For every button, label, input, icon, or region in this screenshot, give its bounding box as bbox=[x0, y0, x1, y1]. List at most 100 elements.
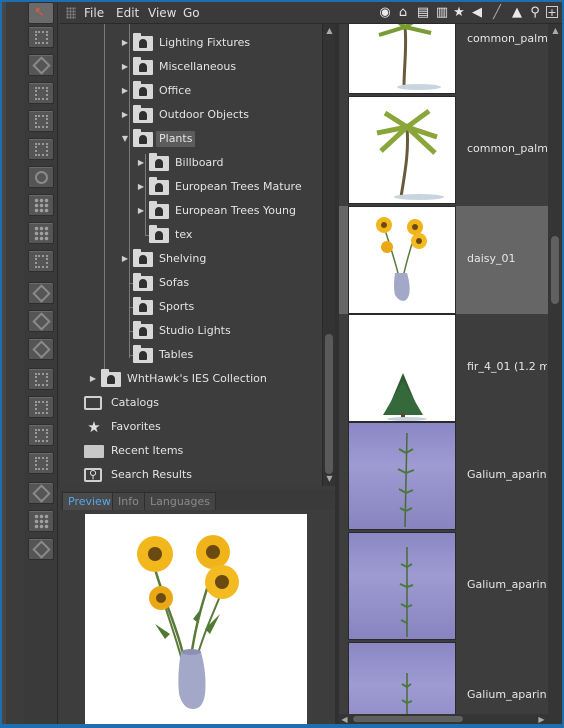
tree-item[interactable]: Tables bbox=[120, 344, 320, 366]
image-icon bbox=[35, 457, 48, 470]
expand-arrow-icon[interactable]: ▶ bbox=[120, 80, 130, 102]
tree-item[interactable]: ▶ Lighting Fixtures bbox=[120, 32, 320, 54]
menu-view[interactable]: View bbox=[148, 6, 176, 20]
plus-icon[interactable]: + bbox=[546, 6, 558, 18]
browser-window: ↖ File Edit View Go ◉ ⌂ ▤ ▥ ★ ◀ ╱ ▲ ⚲ + … bbox=[2, 2, 562, 724]
tab-languages[interactable]: Languages bbox=[144, 492, 217, 510]
expand-arrow-icon[interactable]: ▶ bbox=[136, 152, 146, 174]
home-icon[interactable]: ⌂ bbox=[396, 6, 410, 20]
asset-name: Galium_aparine_ bbox=[467, 578, 547, 591]
pattern-icon bbox=[32, 540, 51, 559]
asset-item[interactable]: common_palm_0 bbox=[339, 24, 548, 94]
grip-handle-icon[interactable] bbox=[66, 7, 76, 19]
scroll-thumb[interactable] bbox=[325, 334, 333, 474]
tree-item[interactable]: tex bbox=[136, 224, 320, 246]
asset-name: Galium_aparine_ bbox=[467, 688, 547, 701]
folder-icon bbox=[133, 273, 153, 291]
grid-hscrollbar[interactable]: ◀ ▶ bbox=[339, 714, 562, 724]
tree-item[interactable]: Sofas bbox=[120, 272, 320, 294]
expand-arrow-icon[interactable]: ▶ bbox=[120, 32, 130, 54]
expand-arrow-icon[interactable]: ▶ bbox=[120, 56, 130, 78]
tool-button[interactable] bbox=[28, 194, 54, 216]
folder-icon bbox=[133, 81, 153, 99]
tree-item-label: Search Results bbox=[111, 468, 193, 481]
tool-button[interactable] bbox=[28, 282, 54, 304]
scroll-thumb[interactable] bbox=[551, 236, 559, 304]
tool-button[interactable] bbox=[28, 482, 54, 504]
tab-preview[interactable]: Preview bbox=[62, 492, 117, 510]
asset-item-selected[interactable]: daisy_01 bbox=[339, 206, 548, 314]
folder-icon bbox=[149, 225, 169, 243]
tree-item[interactable]: ▶ European Trees Mature bbox=[136, 176, 320, 198]
tree-item-search[interactable]: ⚲ Search Results bbox=[82, 464, 312, 486]
clipboard-icon[interactable]: ▤ bbox=[416, 6, 430, 20]
tool-button[interactable] bbox=[28, 26, 54, 48]
folder-icon bbox=[133, 105, 153, 123]
asset-item[interactable]: common_palm_0 bbox=[339, 96, 548, 204]
tool-button[interactable] bbox=[28, 538, 54, 560]
folder-icon bbox=[149, 177, 169, 195]
tool-button[interactable] bbox=[28, 250, 54, 272]
tool-button[interactable] bbox=[28, 166, 54, 188]
expand-arrow-icon[interactable]: ▶ bbox=[120, 104, 130, 126]
scroll-up-icon[interactable]: ▲ bbox=[551, 26, 560, 35]
tool-button[interactable] bbox=[28, 54, 54, 76]
tool-button[interactable] bbox=[28, 424, 54, 446]
tree-item-label: Plants bbox=[156, 131, 196, 147]
tree-item[interactable]: ▶ Office bbox=[120, 80, 320, 102]
tool-button[interactable] bbox=[28, 310, 54, 332]
asset-item[interactable]: Galium_aparine_ bbox=[339, 532, 548, 640]
tool-button[interactable] bbox=[28, 222, 54, 244]
tool-button[interactable] bbox=[28, 452, 54, 474]
scroll-down-icon[interactable]: ▼ bbox=[325, 474, 334, 483]
tree-item-recent[interactable]: Recent Items bbox=[82, 440, 312, 462]
tree-item[interactable]: ▶ Billboard bbox=[136, 152, 320, 174]
select-tool-button[interactable]: ↖ bbox=[28, 2, 54, 24]
scroll-left-icon[interactable]: ◀ bbox=[340, 715, 349, 724]
tool-button[interactable] bbox=[28, 338, 54, 360]
menu-edit[interactable]: Edit bbox=[116, 6, 139, 20]
tree-item-catalogs[interactable]: Catalogs bbox=[82, 392, 312, 414]
tree-item-plants[interactable]: ▼ Plants bbox=[120, 128, 320, 150]
slash-icon: ╱ bbox=[493, 5, 501, 20]
grid-scrollbar[interactable]: ▲ bbox=[548, 24, 562, 714]
tool-button[interactable] bbox=[28, 396, 54, 418]
menu-go[interactable]: Go bbox=[183, 6, 200, 20]
search-icon[interactable]: ⚲ bbox=[528, 6, 542, 20]
tool-button[interactable] bbox=[28, 368, 54, 390]
vertex-icon bbox=[35, 115, 48, 128]
back-icon[interactable]: ◀ bbox=[470, 6, 484, 20]
expand-arrow-icon[interactable]: ▶ bbox=[88, 368, 98, 390]
scroll-up-icon[interactable]: ▲ bbox=[325, 26, 334, 35]
tree-item[interactable]: ▶ European Trees Young bbox=[136, 200, 320, 222]
tool-button[interactable] bbox=[28, 138, 54, 160]
eye-icon[interactable]: ◉ bbox=[378, 6, 392, 20]
tree-item[interactable]: ▶ Shelving bbox=[120, 248, 320, 270]
asset-item[interactable]: Galium_aparine_ bbox=[339, 642, 548, 724]
tree-item[interactable]: ▶ WhtHawk's IES Collection bbox=[88, 368, 318, 390]
menu-file[interactable]: File bbox=[84, 6, 104, 20]
asset-item[interactable]: fir_4_01 (1.2 m) bbox=[339, 314, 548, 422]
scroll-right-icon[interactable]: ▶ bbox=[537, 715, 546, 724]
asset-item[interactable]: Galium_aparine_ bbox=[339, 422, 548, 530]
tree-scrollbar[interactable]: ▲ ▼ bbox=[322, 24, 335, 486]
tool-button[interactable] bbox=[28, 510, 54, 532]
collapse-arrow-icon[interactable]: ▼ bbox=[120, 128, 130, 150]
tree-item[interactable]: Studio Lights bbox=[120, 320, 320, 342]
tree-item-favorites[interactable]: ★ Favorites bbox=[82, 416, 312, 438]
tree-item[interactable]: Sports bbox=[120, 296, 320, 318]
expand-arrow-icon[interactable]: ▶ bbox=[120, 248, 130, 270]
up-icon[interactable]: ▲ bbox=[510, 6, 524, 20]
expand-arrow-icon[interactable]: ▶ bbox=[136, 200, 146, 222]
scroll-thumb[interactable] bbox=[353, 716, 463, 722]
search-icon: ⚲ bbox=[84, 468, 102, 482]
snap-icon bbox=[35, 87, 48, 100]
tab-info[interactable]: Info bbox=[112, 492, 145, 510]
expand-arrow-icon[interactable]: ▶ bbox=[136, 176, 146, 198]
tree-item[interactable]: ▶ Outdoor Objects bbox=[120, 104, 320, 126]
tree-item[interactable]: ▶ Miscellaneous bbox=[120, 56, 320, 78]
star-icon[interactable]: ★ bbox=[452, 6, 466, 20]
book-icon[interactable]: ▥ bbox=[435, 6, 449, 20]
tool-button[interactable] bbox=[28, 110, 54, 132]
tool-button[interactable] bbox=[28, 82, 54, 104]
